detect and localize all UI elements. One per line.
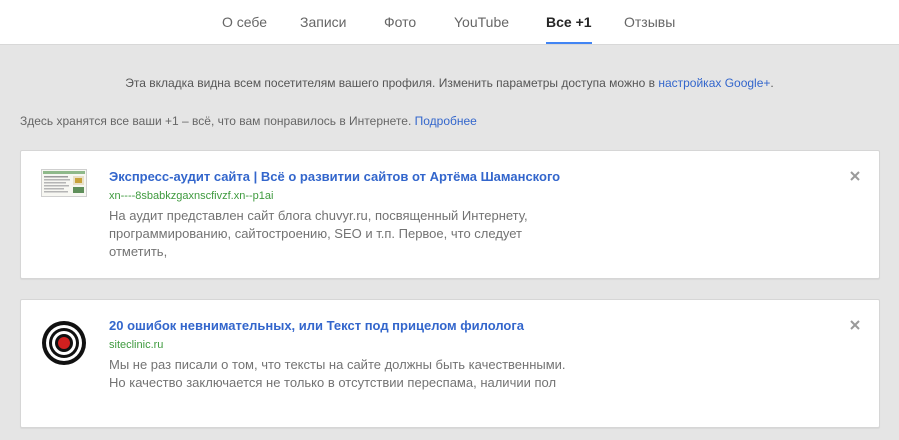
profile-tab-bar: О себе Записи Фото YouTube Все +1 Отзывы — [0, 0, 899, 45]
item-title-link[interactable]: 20 ошибок невнимательных, или Текст под … — [109, 318, 524, 333]
item-url: xn----8sbabkzgaxnscfivzf.xn--p1ai — [109, 190, 274, 202]
tab-plus-ones[interactable]: Все +1 — [546, 0, 592, 44]
close-icon[interactable] — [849, 169, 861, 181]
tab-youtube[interactable]: YouTube — [454, 0, 509, 44]
item-snippet: Мы не раз писали о том, что тексты на са… — [109, 357, 566, 390]
learn-more-link[interactable]: Подробнее — [415, 114, 477, 128]
google-plus-settings-link[interactable]: настройках Google+ — [658, 76, 770, 90]
site-screenshot-thumbnail-icon[interactable] — [41, 169, 87, 202]
target-icon[interactable] — [41, 320, 87, 371]
item-snippet: На аудит представлен сайт блога chuvyr.r… — [109, 208, 528, 259]
item-url: siteclinic.ru — [109, 339, 164, 351]
plus-one-item: Экспресс-аудит сайта | Всё о развитии са… — [20, 150, 880, 279]
visibility-notice-suffix: . — [770, 76, 774, 90]
tab-about[interactable]: О себе — [222, 0, 267, 44]
tab-posts[interactable]: Записи — [300, 0, 346, 44]
visibility-notice-text: Эта вкладка видна всем посетителям вашег… — [125, 76, 659, 90]
close-icon[interactable] — [849, 318, 861, 330]
plus-ones-intro-text: Здесь хранятся все ваши +1 – всё, что ва… — [20, 114, 415, 128]
tab-reviews[interactable]: Отзывы — [624, 0, 675, 44]
plus-ones-intro: Здесь хранятся все ваши +1 – всё, что ва… — [20, 114, 477, 128]
plus-one-item: 20 ошибок невнимательных, или Текст под … — [20, 299, 880, 428]
tab-photos[interactable]: Фото — [384, 0, 416, 44]
visibility-notice: Эта вкладка видна всем посетителям вашег… — [0, 76, 899, 90]
item-title-link[interactable]: Экспресс-аудит сайта | Всё о развитии са… — [109, 169, 560, 184]
